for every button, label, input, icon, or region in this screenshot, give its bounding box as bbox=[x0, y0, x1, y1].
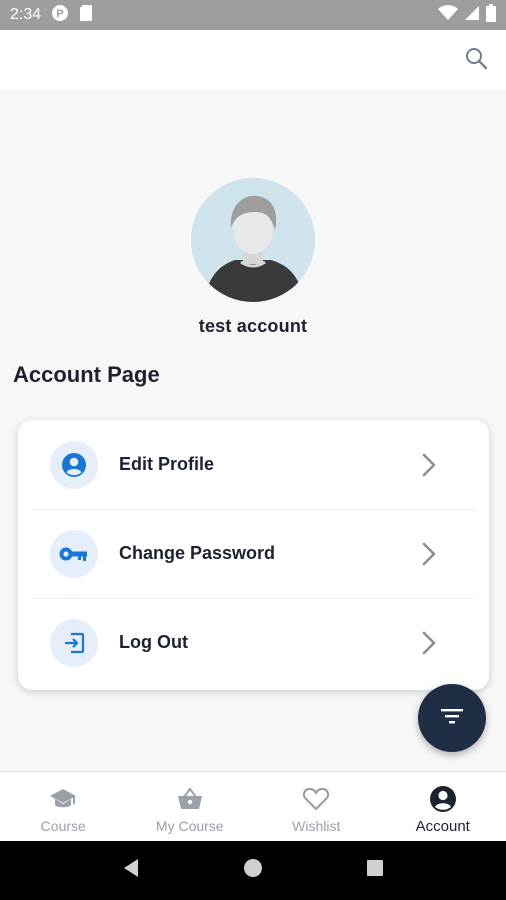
back-button[interactable] bbox=[111, 851, 151, 891]
svg-text:P: P bbox=[56, 8, 63, 20]
account-circle-icon bbox=[428, 784, 458, 814]
wifi-icon bbox=[438, 4, 458, 26]
nav-label: My Course bbox=[155, 818, 224, 834]
system-nav-bar bbox=[0, 841, 506, 900]
search-icon bbox=[464, 46, 488, 75]
filter-icon bbox=[440, 707, 464, 730]
recents-icon bbox=[366, 859, 384, 882]
profile-section: test account bbox=[0, 178, 506, 337]
chevron-right-icon bbox=[419, 452, 439, 478]
nav-label: Course bbox=[40, 818, 86, 834]
chevron-right-icon bbox=[419, 541, 439, 567]
nav-my-course[interactable]: My Course bbox=[127, 772, 254, 841]
account-menu-card: Edit Profile Change Password Log Out bbox=[18, 420, 489, 690]
menu-item-label: Log Out bbox=[119, 632, 188, 652]
home-icon bbox=[243, 858, 263, 883]
heart-icon bbox=[301, 784, 331, 814]
change-password-item[interactable]: Change Password bbox=[18, 509, 489, 598]
menu-item-label: Edit Profile bbox=[119, 454, 215, 474]
battery-icon bbox=[486, 3, 496, 27]
signal-icon bbox=[464, 5, 480, 26]
nav-label: Account bbox=[415, 818, 470, 835]
nav-label: Wishlist bbox=[292, 818, 341, 834]
nav-account[interactable]: Account bbox=[380, 772, 506, 841]
status-bar: 2:34 P bbox=[0, 0, 506, 30]
home-button[interactable] bbox=[233, 851, 273, 891]
avatar bbox=[191, 178, 315, 302]
nav-course[interactable]: Course bbox=[0, 772, 127, 841]
nav-wishlist[interactable]: Wishlist bbox=[253, 772, 380, 841]
profile-name: test account bbox=[198, 316, 308, 336]
status-time: 2:34 bbox=[10, 6, 42, 23]
bottom-nav: Course My Course Wishlist Account bbox=[0, 771, 506, 841]
edit-profile-item[interactable]: Edit Profile bbox=[18, 420, 489, 509]
search-button[interactable] bbox=[462, 46, 490, 74]
app-bar bbox=[0, 30, 506, 90]
back-icon bbox=[122, 858, 140, 883]
logout-icon bbox=[50, 618, 98, 667]
key-icon bbox=[50, 529, 98, 578]
notification-app-icon: P bbox=[51, 4, 69, 27]
basket-icon bbox=[175, 784, 205, 814]
recents-button[interactable] bbox=[355, 851, 395, 891]
chevron-right-icon bbox=[419, 630, 439, 656]
log-out-item[interactable]: Log Out bbox=[18, 598, 489, 687]
sd-card-icon bbox=[79, 4, 93, 27]
filter-fab[interactable] bbox=[418, 684, 486, 752]
graduation-cap-icon bbox=[48, 784, 78, 814]
account-circle-icon bbox=[50, 440, 98, 489]
page-title: Account Page bbox=[13, 362, 160, 387]
menu-item-label: Change Password bbox=[119, 543, 276, 563]
